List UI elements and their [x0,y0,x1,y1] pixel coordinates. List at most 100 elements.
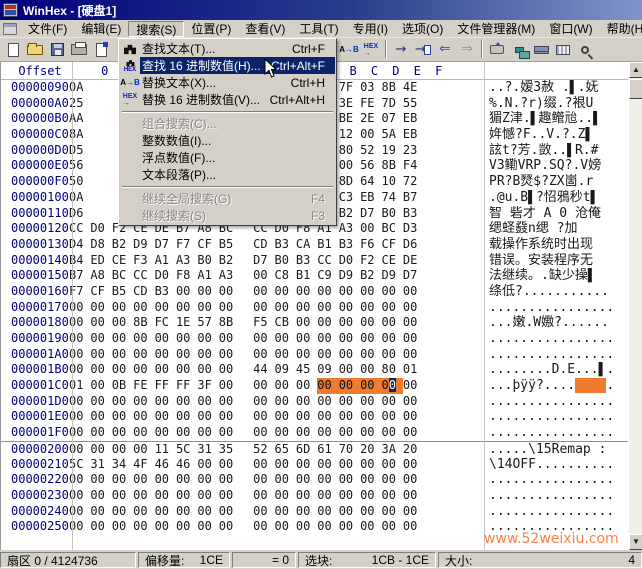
hex-byte[interactable]: 00 [197,472,218,488]
row-text[interactable]: 智 砦才 A 0 沧俺 [489,206,628,222]
search-glass-icon[interactable] [574,40,596,60]
hex-byte[interactable]: 00 [275,425,296,441]
menubar-item[interactable]: 文件(F) [21,21,74,37]
hex-byte[interactable]: 00 [360,409,381,425]
hex-byte[interactable]: 00 [381,425,402,441]
menubar-item[interactable]: 工具(T) [292,21,345,37]
hex-byte[interactable]: 55 [403,96,424,112]
jump-arrow-icon[interactable]: → [390,40,412,60]
hex-row[interactable]: 00000160F7 CF B5 CD B3 00 00 00 00 00 00 00 00 00 00 00… [1,284,628,300]
hex-byte[interactable]: 01 [403,362,424,378]
hex-byte[interactable]: 00 [381,472,402,488]
menu-item[interactable]: 整数数值(I)... [120,132,335,149]
replace-hex-icon[interactable]: HEX → [360,40,382,60]
hex-byte[interactable]: C9 [317,268,338,284]
hex-byte[interactable]: 00 [112,300,133,316]
hex-byte[interactable]: 00 [338,378,361,394]
hex-byte[interactable]: 00 [112,472,133,488]
hex-byte[interactable]: 8B [133,315,154,331]
hex-byte[interactable]: 52 [253,442,274,458]
row-text[interactable]: ...嫩.W嫐?...... [489,315,628,331]
hex-byte[interactable]: D0 [339,253,360,269]
hex-byte[interactable]: D7 [253,253,274,269]
hex-byte[interactable]: 00 [112,347,133,363]
row-text[interactable]: 载操作系统时出现 [489,237,628,253]
hex-byte[interactable]: 10 [381,174,402,190]
hex-byte[interactable]: B1 [296,268,317,284]
new-file-icon[interactable] [2,40,24,60]
hex-byte[interactable]: 20 [403,442,424,458]
hex-byte[interactable]: 00 [90,378,111,394]
hex-byte[interactable]: 00 [317,457,338,473]
hex-byte[interactable]: 00 [275,488,296,504]
hex-byte[interactable]: 00 [90,472,111,488]
hex-byte[interactable]: 80 [381,362,402,378]
hex-byte[interactable]: 00 [253,425,274,441]
row-text[interactable]: ...þÿÿ?......... [489,378,628,394]
hex-byte[interactable]: 00 [339,425,360,441]
hex-byte[interactable]: 00 [296,347,317,363]
hex-byte[interactable]: 00 [90,347,111,363]
print-icon[interactable] [68,40,90,60]
hex-byte[interactable]: 00 [112,504,133,520]
hex-byte[interactable]: 64 [360,174,381,190]
hex-byte[interactable]: 00 [360,378,382,394]
hex-byte[interactable]: 00 [133,504,154,520]
hex-byte[interactable]: 00 [339,284,360,300]
hex-byte[interactable]: 56 [360,158,381,174]
row-text[interactable]: \14OFF.......... [489,457,628,473]
menubar-item[interactable]: 选项(O) [395,21,450,37]
menu-item[interactable]: 继续全局搜索(G) F4 [120,190,335,207]
hex-byte[interactable]: 00 [360,362,381,378]
hex-byte[interactable]: 00 [296,504,317,520]
menubar-item[interactable]: 编辑(E) [74,21,128,37]
hex-byte[interactable]: 00 [403,519,424,535]
hex-byte[interactable]: B1 [317,237,338,253]
hex-byte[interactable]: 57 [197,315,218,331]
hex-byte[interactable]: B2 [219,253,240,269]
hex-byte[interactable]: F2 [360,253,381,269]
menubar-item[interactable]: 位置(P) [184,21,238,37]
menubar-item[interactable]: 帮助(H) [600,21,642,37]
hex-byte[interactable]: 00 [90,394,111,410]
hex-byte[interactable]: 31 [197,442,218,458]
hex-byte[interactable]: 20 [360,442,381,458]
hex-row[interactable]: 0000022000 00 00 00 00 00 00 00 00 00 00 00 00 00 00 00… [1,472,628,488]
hex-byte[interactable]: 00 [403,331,424,347]
hex-byte[interactable]: 00 [339,315,360,331]
back-icon[interactable]: ⇐ [434,40,456,60]
hex-byte[interactable]: 00 [253,300,274,316]
hex-byte[interactable]: 00 [219,362,240,378]
hex-byte[interactable]: 00 [253,457,274,473]
hex-byte[interactable]: 00 [381,284,402,300]
hex-byte[interactable]: 00 [253,378,274,394]
hex-byte[interactable]: D7 [360,206,381,222]
hex-byte[interactable]: 00 [253,331,274,347]
hex-byte[interactable]: 00 [197,331,218,347]
hex-byte[interactable]: 00 [275,347,296,363]
hex-byte[interactable]: B2 [360,268,381,284]
hex-byte[interactable]: B3 [275,237,296,253]
hex-row[interactable]: 000001B000 00 00 00 00 00 00 00 44 09 45 09 00 00 80 01… [1,362,628,378]
hex-byte[interactable]: A1 [197,268,218,284]
hex-byte[interactable]: 00 [133,472,154,488]
hex-byte[interactable]: 00 [133,394,154,410]
row-text[interactable]: ........D.E...▌. [489,362,628,378]
hex-byte[interactable]: 46 [176,457,197,473]
row-text[interactable]: ................ [489,409,628,425]
hex-byte[interactable]: FE [360,96,381,112]
hex-byte[interactable]: 31 [90,457,111,473]
hex-byte[interactable]: 00 [339,331,360,347]
hex-row[interactable]: 000001F000 00 00 00 00 00 00 00 00 00 00 00 00 00 00 00… [1,425,628,441]
hex-byte[interactable]: 00 [253,284,274,300]
hex-byte[interactable]: D3 [403,221,424,237]
hex-byte[interactable]: FF [176,378,197,394]
hex-byte[interactable]: 00 [339,362,360,378]
hex-byte[interactable]: DE [403,253,424,269]
hex-byte[interactable]: 74 [381,190,402,206]
menubar-item[interactable]: 文件管理器(M) [450,21,542,37]
hex-byte[interactable]: 4E [403,80,424,96]
hex-byte[interactable]: 00 [176,488,197,504]
hex-byte[interactable]: 3F [197,378,218,394]
hex-byte[interactable]: 00 [219,425,240,441]
